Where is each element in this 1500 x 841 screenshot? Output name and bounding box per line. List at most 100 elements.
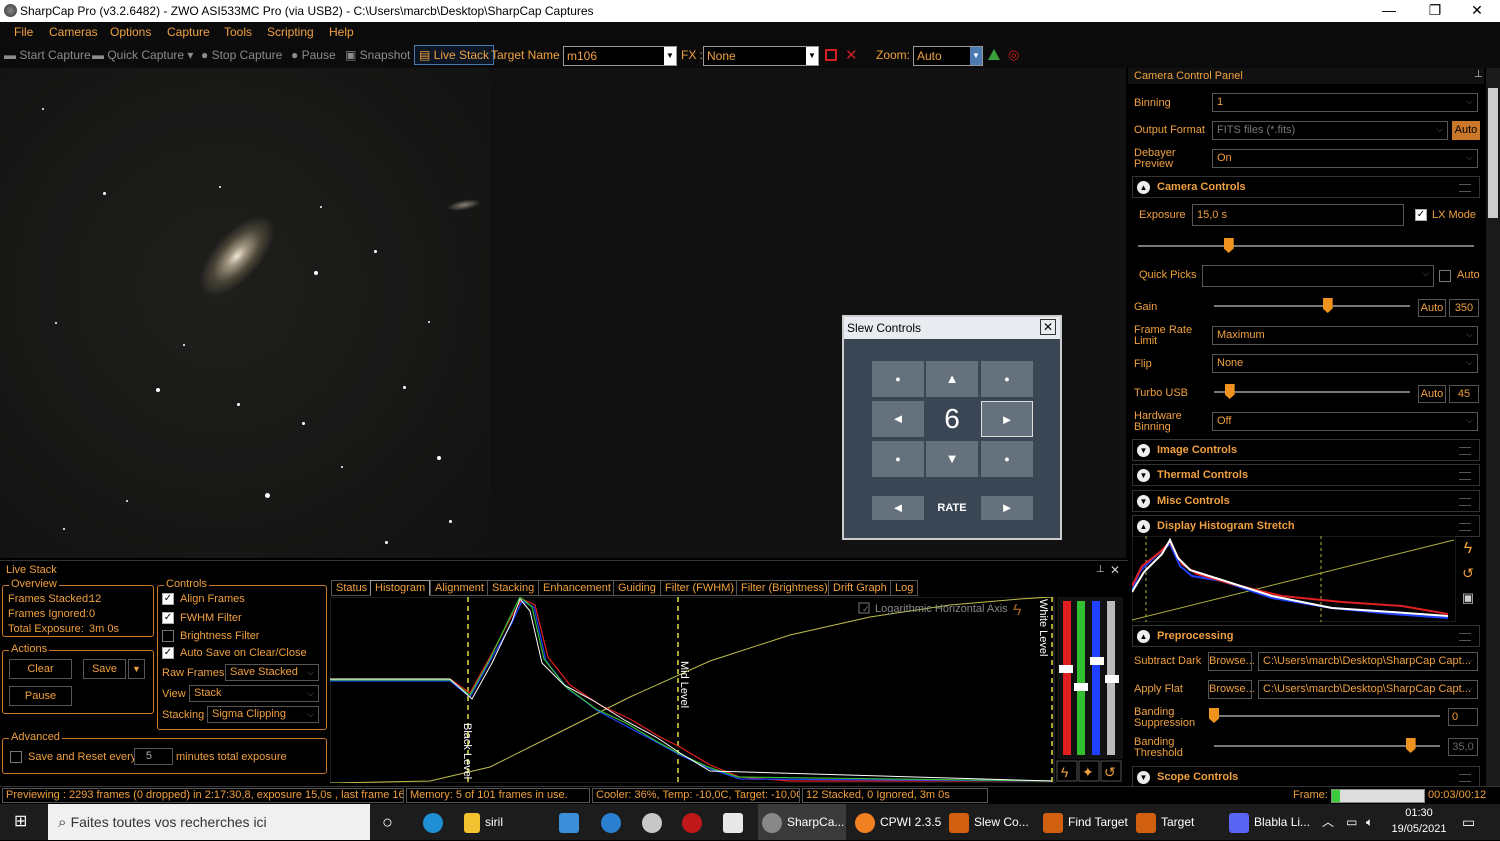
- select-area-icon[interactable]: [825, 49, 837, 61]
- taskbar-slewco[interactable]: Slew Co...: [949, 804, 1029, 840]
- banding-suppression-thumb[interactable]: [1209, 708, 1219, 723]
- gain-auto-button[interactable]: Auto: [1418, 299, 1446, 317]
- banding-suppression-value[interactable]: 0: [1448, 708, 1478, 726]
- reset-icon[interactable]: ↺: [1458, 565, 1478, 585]
- taskbar-blabla[interactable]: Blabla Li...: [1229, 804, 1310, 840]
- edge-icon[interactable]: [423, 804, 448, 840]
- tab-filter-brightness[interactable]: Filter (Brightness): [736, 580, 833, 596]
- pin-icon[interactable]: ⊥: [1474, 69, 1483, 80]
- tab-guiding[interactable]: Guiding: [613, 580, 661, 596]
- save-dropdown-button[interactable]: ▼: [128, 659, 145, 679]
- rate-increase-button[interactable]: ►: [981, 496, 1033, 520]
- taskbar-sharpcap[interactable]: SharpCa...: [758, 804, 846, 840]
- tab-alignment[interactable]: Alignment: [430, 580, 489, 596]
- close-icon[interactable]: ✕: [1110, 563, 1120, 577]
- panel-scrollbar[interactable]: [1486, 68, 1500, 788]
- fx-combo[interactable]: None ▼: [703, 46, 819, 66]
- taskbar-search[interactable]: ⌕ Faites toutes vos recherches ici: [48, 804, 370, 840]
- gain-slider-thumb[interactable]: [1322, 298, 1333, 313]
- banding-suppression-slider[interactable]: [1214, 715, 1440, 717]
- tab-filter-fwhm[interactable]: Filter (FWHM): [660, 580, 740, 596]
- menu-options[interactable]: Options: [110, 25, 151, 39]
- menu-help[interactable]: Help: [329, 25, 354, 39]
- slew-ne-button[interactable]: ●: [981, 361, 1033, 397]
- auto-save-checkbox[interactable]: ✓: [162, 647, 174, 659]
- taskbar-find-target[interactable]: Find Target: [1043, 804, 1128, 840]
- menu-tools[interactable]: Tools: [224, 25, 252, 39]
- slew-nw-button[interactable]: ●: [872, 361, 924, 397]
- slew-se-button[interactable]: ●: [981, 441, 1033, 477]
- slew-up-button[interactable]: ▲: [926, 361, 978, 397]
- close-button[interactable]: ✕: [1454, 0, 1500, 22]
- menu-cameras[interactable]: Cameras: [49, 25, 98, 39]
- menu-capture[interactable]: Capture: [167, 25, 210, 39]
- tab-log[interactable]: Log: [890, 580, 919, 596]
- flat-browse-button[interactable]: Browse...: [1208, 680, 1255, 699]
- align-frames-checkbox[interactable]: ✓: [162, 593, 174, 605]
- slew-sw-button[interactable]: ●: [872, 441, 924, 477]
- save-icon[interactable]: ▣: [1458, 590, 1478, 610]
- histogram-icon[interactable]: [988, 49, 1000, 60]
- turbo-auto-button[interactable]: Auto: [1418, 385, 1446, 403]
- display-histogram-header[interactable]: ▲ Display Histogram Stretch: [1132, 515, 1480, 537]
- taskbar-siril[interactable]: siril: [464, 804, 503, 840]
- gain-slider[interactable]: [1214, 305, 1410, 307]
- zoom-combo[interactable]: Auto ▼: [913, 46, 983, 66]
- crosshair-icon[interactable]: ✕: [845, 46, 858, 64]
- save-button[interactable]: Save: [83, 659, 126, 679]
- start-capture-button[interactable]: ▬ Start Capture: [4, 48, 91, 62]
- slew-down-button[interactable]: ▼: [926, 441, 978, 477]
- save-reset-checkbox[interactable]: [10, 751, 22, 763]
- quick-picks-select[interactable]: ⌵: [1202, 265, 1434, 287]
- snapshot-button[interactable]: ▣ Snapshot: [345, 48, 410, 62]
- dark-path-select[interactable]: C:\Users\marcb\Desktop\SharpCap Capt... ⌵: [1258, 652, 1478, 671]
- pin-icon[interactable]: ⊥: [1096, 564, 1105, 575]
- quick-picks-auto-checkbox[interactable]: [1439, 270, 1451, 282]
- scrollbar-thumb[interactable]: [1488, 88, 1498, 218]
- camera-controls-header[interactable]: ▲ Camera Controls: [1132, 176, 1480, 198]
- minimize-button[interactable]: —: [1366, 0, 1412, 22]
- turbo-usb-slider-thumb[interactable]: [1224, 384, 1235, 399]
- fwhm-filter-checkbox[interactable]: ✓: [162, 612, 174, 624]
- image-controls-header[interactable]: ▼ Image Controls: [1132, 439, 1480, 461]
- app-icon-1[interactable]: [559, 804, 584, 840]
- hw-binning-select[interactable]: Off ⌵: [1212, 412, 1478, 431]
- clear-button[interactable]: Clear: [9, 659, 72, 679]
- stop-capture-button[interactable]: ● Stop Capture: [201, 48, 282, 62]
- banding-threshold-thumb[interactable]: [1405, 738, 1416, 753]
- flip-select[interactable]: None ⌵: [1212, 354, 1478, 373]
- menu-file[interactable]: File: [14, 25, 33, 39]
- thermal-controls-header[interactable]: ▼ Thermal Controls: [1132, 464, 1480, 486]
- mini-histogram[interactable]: [1132, 536, 1456, 622]
- taskbar-cpwi[interactable]: CPWI 2.3.5: [855, 804, 941, 840]
- close-icon[interactable]: ✕: [1040, 319, 1056, 335]
- flat-path-select[interactable]: C:\Users\marcb\Desktop\SharpCap Capt... ⌵: [1258, 680, 1478, 699]
- turbo-usb-value[interactable]: 45: [1449, 385, 1479, 403]
- slew-left-button[interactable]: ◄: [872, 401, 924, 437]
- banding-threshold-value[interactable]: 35,0: [1448, 738, 1478, 756]
- volume-icon[interactable]: 🔈︎: [1366, 804, 1373, 840]
- preprocessing-header[interactable]: ▲ Preprocessing: [1132, 625, 1480, 647]
- gain-value[interactable]: 350: [1449, 299, 1479, 317]
- brightness-filter-checkbox[interactable]: [162, 630, 174, 642]
- app-icon-2[interactable]: [601, 804, 626, 840]
- misc-controls-header[interactable]: ▼ Misc Controls: [1132, 490, 1480, 512]
- output-auto-button[interactable]: Auto: [1452, 121, 1480, 140]
- reset-minutes-spinner[interactable]: 5: [134, 748, 173, 765]
- pause-button[interactable]: ● Pause: [291, 48, 336, 62]
- slew-right-button[interactable]: ►: [981, 401, 1033, 437]
- exposure-slider-thumb[interactable]: [1223, 238, 1234, 253]
- binning-select[interactable]: 1 ⌵: [1212, 93, 1478, 112]
- maximize-button[interactable]: ❐: [1412, 0, 1458, 22]
- app-icon-4[interactable]: [682, 804, 707, 840]
- debayer-preview-select[interactable]: On ⌵: [1212, 149, 1478, 168]
- quick-capture-button[interactable]: ▬ Quick Capture ▾: [92, 48, 193, 62]
- app-icon-5[interactable]: [723, 804, 748, 840]
- network-icon[interactable]: ▭: [1346, 804, 1357, 840]
- view-select[interactable]: Stack ⌵: [189, 685, 319, 702]
- clock-time[interactable]: 01:30: [1389, 807, 1449, 819]
- menu-scripting[interactable]: Scripting: [267, 25, 314, 39]
- exposure-input[interactable]: 15,0 s: [1192, 204, 1404, 226]
- tab-enhancement[interactable]: Enhancement: [538, 580, 616, 596]
- stacking-select[interactable]: Sigma Clipping ⌵: [207, 706, 319, 723]
